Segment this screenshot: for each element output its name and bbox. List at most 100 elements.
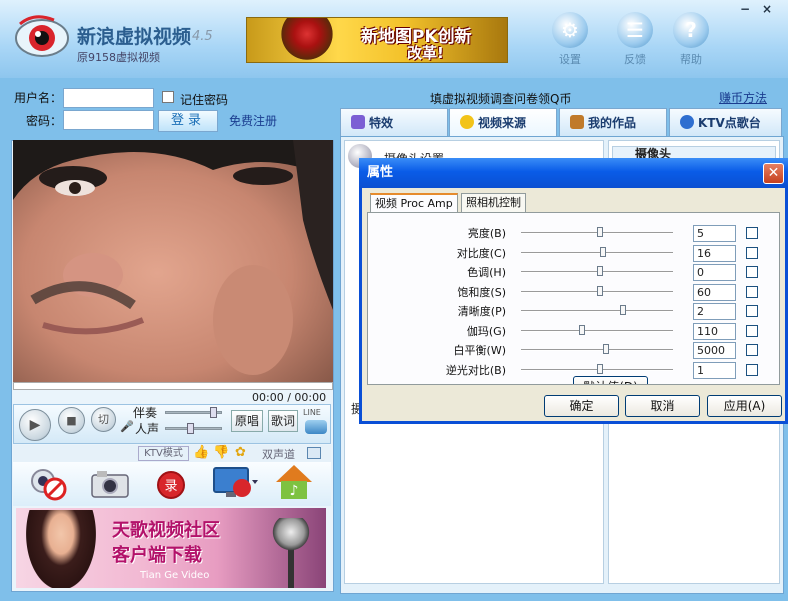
book-icon	[570, 115, 584, 129]
property-slider-thumb[interactable]	[597, 227, 604, 237]
property-slider-thumb[interactable]	[619, 305, 626, 315]
accompany-slider-thumb[interactable]	[210, 407, 217, 418]
property-slider-thumb[interactable]	[597, 285, 604, 296]
minimize-button[interactable]: −	[740, 2, 750, 16]
banner-character-image	[277, 18, 337, 62]
property-label: 伽玛(G)	[466, 324, 506, 338]
default-button[interactable]: 默认值(D)	[573, 376, 648, 384]
banner-ad[interactable]: 新地图PK创新 改革!	[246, 17, 508, 63]
gear-icon: ⚙	[552, 12, 588, 48]
ktv-mode-button[interactable]: KTV模式	[138, 446, 189, 461]
password-label: 密码：	[26, 114, 63, 128]
property-auto-checkbox[interactable]	[746, 227, 758, 239]
list-icon: ☰	[617, 12, 653, 48]
property-value-field[interactable]: 0	[693, 264, 736, 281]
property-label: 白平衡(W)	[453, 344, 506, 357]
dual-channel-label[interactable]: 双声道	[262, 446, 295, 462]
property-auto-checkbox[interactable]	[746, 266, 758, 278]
original-vocal-button[interactable]: 原唱	[231, 410, 263, 432]
ad-model-image	[26, 510, 96, 588]
proc-amp-panel: 亮度(B) 5 对比度(C) 16 色调(H) 0 饱和度(S) 60 清晰度(P) 2 伽玛(G)…	[367, 212, 780, 385]
tab-video-proc-amp[interactable]: 视频 Proc Amp	[370, 193, 458, 214]
feedback-button[interactable]: ☰ 反馈	[610, 12, 660, 72]
username-input[interactable]	[63, 88, 154, 108]
ok-button[interactable]: 确定	[544, 395, 619, 417]
register-link[interactable]: 免费注册	[229, 112, 277, 129]
banner-text-line2: 改革!	[407, 44, 444, 62]
survey-text[interactable]: 填虚拟视频调查问卷领Q币	[430, 90, 571, 107]
ad-microphone-image	[271, 518, 311, 588]
no-camera-icon[interactable]	[28, 466, 68, 502]
video-progress-bar[interactable]	[13, 382, 333, 390]
tab-my-works-label: 我的作品	[588, 116, 637, 130]
home-music-icon[interactable]: ♪	[272, 462, 316, 502]
property-auto-checkbox[interactable]	[746, 363, 758, 376]
tab-effects[interactable]: 特效	[340, 108, 448, 138]
app-version: 4.5	[192, 29, 213, 44]
property-value-field[interactable]: 60	[693, 283, 736, 301]
svg-text:♪: ♪	[290, 483, 299, 499]
cut-button[interactable]: 切	[91, 407, 116, 432]
property-slider-track[interactable]	[521, 329, 673, 332]
property-slider-track[interactable]	[521, 310, 673, 312]
property-auto-checkbox[interactable]	[746, 344, 758, 356]
property-value-field[interactable]: 5000	[693, 342, 736, 359]
property-label: 逆光对比(B)	[445, 363, 506, 377]
property-slider-thumb[interactable]	[578, 324, 585, 335]
microphone-icon	[680, 115, 694, 129]
tab-video-source-label: 视频来源	[478, 116, 527, 130]
tab-video-source[interactable]: 视频来源	[449, 108, 557, 138]
property-value-field[interactable]: 110	[693, 322, 736, 340]
help-label: 帮助	[680, 53, 702, 66]
property-value-field[interactable]: 5	[693, 225, 736, 242]
voice-slider-thumb[interactable]	[187, 423, 194, 434]
property-auto-checkbox[interactable]	[746, 305, 758, 317]
property-label: 对比度(C)	[456, 246, 506, 260]
property-value-field[interactable]: 1	[693, 361, 736, 379]
remember-password-checkbox[interactable]	[162, 91, 174, 103]
channel-icon[interactable]	[307, 447, 321, 459]
line-input-toggle[interactable]	[305, 420, 327, 434]
property-slider-track[interactable]	[521, 349, 673, 351]
dialog-close-button[interactable]: ✕	[763, 163, 784, 184]
username-label: 用户名：	[14, 91, 63, 105]
property-auto-checkbox[interactable]	[746, 324, 758, 337]
record-icon[interactable]: 录	[156, 470, 186, 500]
ad-line1: 天歌视频社区	[112, 520, 220, 541]
eye-logo-icon	[15, 15, 69, 57]
lyrics-button[interactable]: 歌词	[268, 410, 298, 432]
dialog-title: 属性	[359, 158, 788, 188]
ad-banner[interactable]: 天歌视频社区 客户端下载 Tian Ge Video	[16, 508, 326, 588]
app-title: 新浪虚拟视频	[77, 26, 192, 48]
settings-button[interactable]: ⚙ 设置	[545, 12, 595, 72]
earn-coins-link[interactable]: 赚币方法	[719, 89, 767, 106]
property-slider-thumb[interactable]	[600, 246, 607, 257]
property-label: 饱和度(S)	[457, 285, 506, 299]
thumbs-down-icon[interactable]: 👎	[213, 445, 229, 460]
flower-icon[interactable]: ✿	[235, 445, 246, 460]
tab-ktv[interactable]: KTV点歌台	[669, 108, 782, 138]
property-slider-thumb[interactable]	[597, 363, 604, 374]
property-value-field[interactable]: 16	[693, 244, 736, 262]
login-button[interactable]: 登录	[158, 110, 218, 132]
close-window-button[interactable]: ×	[762, 2, 772, 16]
property-auto-checkbox[interactable]	[746, 246, 758, 259]
password-input[interactable]	[63, 110, 154, 130]
property-slider-track[interactable]	[521, 251, 673, 254]
tab-ktv-label: KTV点歌台	[698, 116, 761, 130]
tab-camera-control[interactable]: 照相机控制	[461, 193, 526, 213]
play-button[interactable]: ▶	[19, 409, 51, 441]
property-auto-checkbox[interactable]	[746, 285, 758, 298]
property-slider-thumb[interactable]	[597, 266, 604, 276]
camera-snapshot-icon[interactable]	[91, 470, 129, 498]
cancel-button[interactable]: 取消	[625, 395, 700, 417]
tab-my-works[interactable]: 我的作品	[559, 108, 667, 138]
help-button[interactable]: ? 帮助	[666, 12, 716, 72]
stop-button[interactable]: ■	[58, 407, 85, 434]
thumbs-up-icon[interactable]: 👍	[193, 445, 209, 460]
apply-button[interactable]: 应用(A)	[707, 395, 782, 417]
screen-capture-icon[interactable]	[212, 466, 262, 500]
question-icon: ?	[673, 12, 709, 48]
property-slider-thumb[interactable]	[603, 344, 610, 354]
property-value-field[interactable]: 2	[693, 303, 736, 320]
